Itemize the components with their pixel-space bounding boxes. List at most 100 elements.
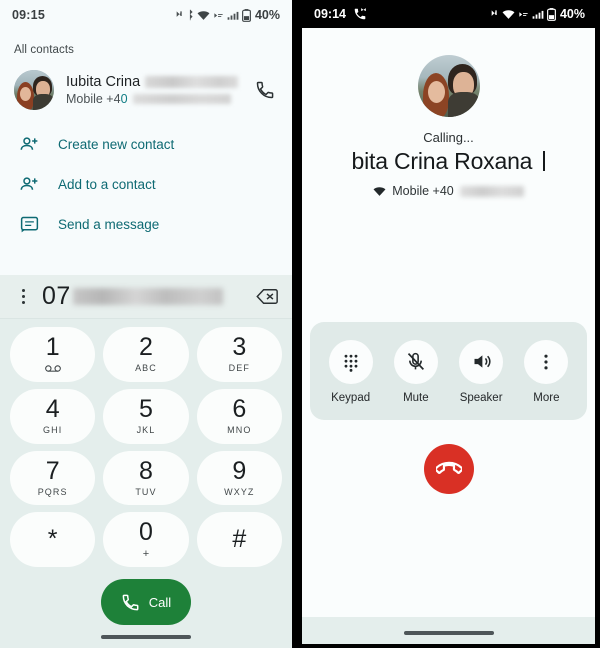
call-state-label: Calling... — [423, 130, 474, 145]
control-speaker[interactable]: Speaker — [449, 339, 513, 404]
callee-name: bita Crina Roxana — [302, 148, 595, 175]
dialpad-number-redaction — [72, 288, 223, 305]
control-label: More — [533, 391, 560, 404]
dialpad-key-0[interactable]: 0 + — [103, 512, 189, 567]
key-digit: 5 — [139, 395, 153, 424]
contact-name: Iubita Crina — [66, 74, 141, 90]
callee-info: Calling... bita Crina Roxana Mobile +40 — [302, 28, 595, 198]
mic-off-icon — [393, 339, 438, 384]
action-create-new-contact[interactable]: Create new contact — [0, 124, 292, 164]
key-digit: 2 — [139, 333, 153, 362]
backspace-icon — [256, 289, 278, 304]
contact-number-highlight: 0 — [120, 92, 128, 106]
nfc-icon — [490, 9, 497, 16]
status-bar-icons: 40% — [173, 8, 280, 22]
key-digit: 9 — [232, 456, 247, 485]
callee-line-label: Mobile +40 — [392, 184, 454, 198]
key-digit: * — [47, 525, 58, 554]
callee-line-info: Mobile +40 — [373, 184, 524, 198]
control-label: Mute — [403, 391, 429, 404]
call-button-container: Call — [0, 571, 292, 635]
battery-icon — [547, 7, 556, 21]
contact-avatar — [14, 70, 54, 110]
key-letters: GHI — [43, 425, 63, 436]
call-body: Calling... bita Crina Roxana Mobile +40 … — [302, 28, 595, 644]
active-call-screen: 09:14 40% Calling... bita Crina Roxana M… — [292, 0, 600, 648]
status-bar-time: 09:14 — [314, 7, 346, 21]
action-send-a-message[interactable]: Send a message — [0, 204, 292, 244]
status-bar: 09:15 40% — [0, 0, 292, 30]
key-letters: JKL — [136, 425, 156, 436]
key-letters: MNO — [227, 425, 252, 436]
dialpad-key-8[interactable]: 8 TUV — [103, 450, 189, 506]
key-digit: 3 — [232, 333, 247, 362]
battery-icon — [242, 8, 251, 22]
key-digit: 0 — [139, 517, 153, 546]
dialpad-key-7[interactable]: 7 PQRS — [10, 450, 96, 506]
dialpad-icon — [328, 339, 373, 384]
battery-percent: 40% — [559, 7, 585, 21]
dialpad-key-5[interactable]: 5 JKL — [103, 388, 189, 444]
vpn-icon — [214, 12, 223, 18]
vpn-icon — [519, 11, 528, 17]
key-digit: 4 — [45, 395, 60, 424]
bluetooth-icon — [189, 9, 193, 21]
action-label: Add to a contact — [58, 176, 156, 192]
key-digit: 7 — [45, 456, 60, 485]
signal-icon — [532, 10, 544, 19]
key-digit: 6 — [232, 395, 247, 424]
backspace-button[interactable] — [252, 288, 278, 305]
key-digit: # — [232, 525, 247, 554]
contact-name-redaction — [145, 76, 238, 88]
dialpad-key-9[interactable]: 9 WXYZ — [196, 450, 282, 506]
home-indicator — [0, 635, 292, 648]
dialpad-key-3[interactable]: 3 DEF — [196, 327, 282, 382]
key-digit: 8 — [139, 456, 153, 485]
key-letters: + — [142, 547, 150, 560]
status-bar-icons: 40% — [488, 7, 585, 21]
battery-percent: 40% — [254, 8, 280, 22]
callee-avatar — [417, 55, 480, 117]
dialpad-key-4[interactable]: 4 GHI — [10, 388, 96, 444]
screenshot-root: 09:15 40% All contacts Iubita Crina Mobi… — [0, 0, 600, 648]
dialpad-number-text: 07 — [42, 282, 71, 310]
contacts-dialer-screen: 09:15 40% All contacts Iubita Crina Mobi… — [0, 0, 292, 648]
control-label: Speaker — [459, 391, 503, 404]
contact-number-line: Mobile +40 — [66, 92, 238, 106]
contact-number-redaction — [132, 94, 231, 104]
kebab-menu-icon[interactable] — [14, 289, 32, 304]
phone-icon — [256, 81, 274, 99]
dialpad-key-6[interactable]: 6 MNO — [196, 388, 282, 444]
action-add-to-a-contact[interactable]: Add to a contact — [0, 164, 292, 204]
call-button[interactable]: Call — [100, 579, 192, 625]
name-marquee-cursor — [543, 151, 546, 171]
key-letters: PQRS — [37, 486, 68, 497]
signal-icon — [227, 11, 239, 20]
status-bar-time: 09:15 — [12, 8, 45, 22]
dialpad-entered-number[interactable]: 07 — [42, 282, 242, 311]
voicemail-icon — [44, 364, 61, 374]
dialpad-key-1[interactable]: 1 — [10, 327, 96, 382]
end-call-icon — [435, 461, 462, 474]
end-call-container — [302, 420, 595, 494]
control-more[interactable]: More — [514, 339, 578, 404]
person-add-icon — [18, 173, 40, 195]
contact-call-button[interactable] — [250, 80, 280, 100]
quick-actions-list: Create new contact Add to a contact Send… — [0, 120, 292, 254]
speaker-icon — [459, 339, 504, 384]
end-call-button[interactable] — [423, 443, 474, 494]
status-bar: 09:14 40% — [302, 0, 595, 28]
dialpad-key-star[interactable]: * — [10, 512, 96, 567]
dialpad-key-hash[interactable]: # — [196, 512, 282, 567]
nfc-icon — [175, 10, 182, 17]
control-label: Keypad — [331, 391, 371, 404]
action-label: Send a message — [58, 216, 160, 232]
key-digit: 1 — [45, 332, 60, 361]
control-mute[interactable]: Mute — [384, 339, 448, 404]
dialpad-key-2[interactable]: 2 ABC — [103, 327, 189, 382]
contact-result-row[interactable]: Iubita Crina Mobile +40 — [0, 66, 292, 120]
control-keypad[interactable]: Keypad — [319, 339, 383, 404]
key-letters: ABC — [135, 363, 157, 374]
dialpad-keys: 1 2 ABC 3 DEF 4 GHI 5 JKL 6 MNO 7 PQRS 8… — [0, 319, 292, 571]
dialpad-area: 07 1 2 ABC 3 DEF 4 GHI 5 JKL 6 MNO 7 PQR… — [0, 275, 292, 648]
